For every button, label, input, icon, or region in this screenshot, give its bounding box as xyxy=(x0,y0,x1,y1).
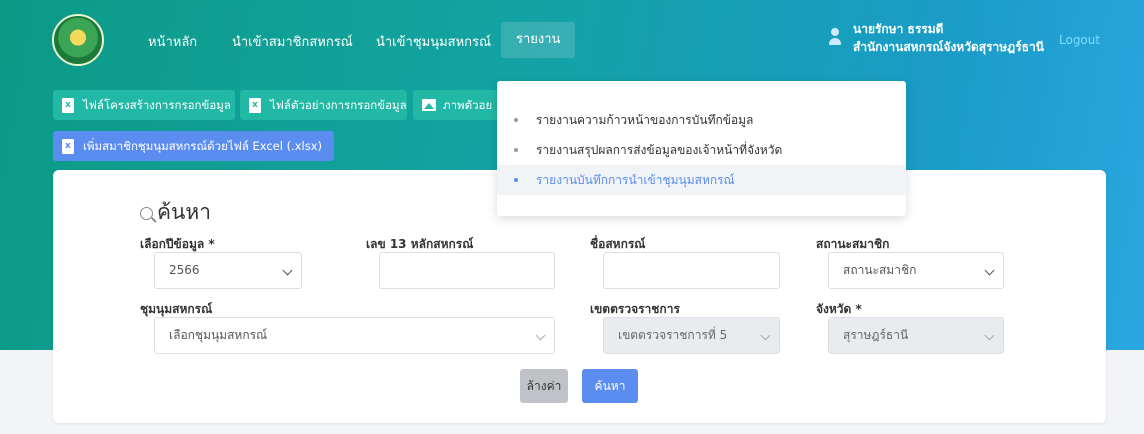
user-organization: สำนักงานสหกรณ์จังหวัดสุราษฎร์ธานี xyxy=(853,40,1044,54)
report-federation-import-item[interactable]: รายงานบันทึกการนำเข้าชุมนุมสหกรณ์ xyxy=(497,165,906,195)
federation-value: เลือกชุมนุมสหกรณ์ xyxy=(169,328,268,342)
top-navbar: หน้าหลัก นำเข้าสมาชิกสหกรณ์ นำเข้าชุมนุม… xyxy=(0,0,1144,82)
coop-name-input[interactable] xyxy=(603,252,780,289)
image-icon xyxy=(422,99,436,111)
sample-file-button[interactable]: ไฟล์ตัวอย่างการกรอกข้อมูล xyxy=(240,90,407,120)
search-icon xyxy=(140,207,153,220)
nav-home[interactable]: หน้าหลัก xyxy=(148,31,197,52)
add-excel-label: เพิ่มสมาชิกชุมนุมสหกรณ์ด้วยไฟล์ Excel (.… xyxy=(83,139,322,153)
chevron-down-icon xyxy=(282,265,293,276)
chevron-down-icon xyxy=(984,330,995,341)
structure-file-button[interactable]: ไฟล์โครงสร้างการกรอกข้อมูล xyxy=(53,90,235,120)
search-button[interactable]: ค้นหา xyxy=(582,369,638,403)
member-status-select[interactable]: สถานะสมาชิก xyxy=(828,252,1004,289)
cooperative-logo-icon[interactable] xyxy=(52,14,104,66)
federation-select[interactable]: เลือกชุมนุมสหกรณ์ xyxy=(154,317,555,354)
sample-file-label: ไฟล์ตัวอย่างการกรอกข้อมูล xyxy=(270,98,407,112)
sample-image-button[interactable]: ภาพตัวอย xyxy=(413,90,503,120)
excel-file-icon xyxy=(62,98,74,113)
user-icon xyxy=(829,28,841,48)
nav-reports[interactable]: รายงาน xyxy=(501,22,576,58)
chevron-down-icon xyxy=(984,265,995,276)
inspection-zone-value: เขตตรวจราชการที่ 5 xyxy=(618,328,728,342)
sample-image-label: ภาพตัวอย xyxy=(443,98,493,112)
excel-file-icon xyxy=(249,98,261,113)
coop-id-input[interactable] xyxy=(379,252,555,289)
search-title-text: ค้นหา xyxy=(157,200,212,224)
excel-file-icon xyxy=(62,139,74,154)
structure-file-label: ไฟล์โครงสร้างการกรอกข้อมูล xyxy=(83,98,231,112)
inspection-zone-select: เขตตรวจราชการที่ 5 xyxy=(603,317,780,354)
province-select: สุราษฎร์ธานี xyxy=(828,317,1004,354)
add-excel-button[interactable]: เพิ่มสมาชิกชุมนุมสหกรณ์ด้วยไฟล์ Excel (.… xyxy=(53,131,334,161)
report-province-staff-item[interactable]: รายงานสรุปผลการส่งข้อมูลของเจ้าหน้าที่จั… xyxy=(497,135,906,165)
province-value: สุราษฎร์ธานี xyxy=(843,328,909,342)
nav-import-members[interactable]: นำเข้าสมาชิกสหกรณ์ xyxy=(232,31,353,52)
search-title: ค้นหา xyxy=(140,196,211,229)
year-value: 2566 xyxy=(169,263,200,277)
chevron-down-icon xyxy=(760,330,771,341)
member-status-value: สถานะสมาชิก xyxy=(843,263,917,277)
reports-dropdown-menu: รายงานความก้าวหน้าของการบันทึกข้อมูล ราย… xyxy=(497,81,906,216)
clear-button[interactable]: ล้างค่า xyxy=(520,369,568,403)
nav-import-federation[interactable]: นำเข้าชุมนุมสหกรณ์ xyxy=(376,31,491,52)
report-progress-item[interactable]: รายงานความก้าวหน้าของการบันทึกข้อมูล xyxy=(497,105,906,135)
user-name: นายรักษา ธรรมดี xyxy=(853,22,944,36)
chevron-down-icon xyxy=(535,330,546,341)
logout-link[interactable]: Logout xyxy=(1059,33,1100,47)
year-select[interactable]: 2566 xyxy=(154,252,302,289)
